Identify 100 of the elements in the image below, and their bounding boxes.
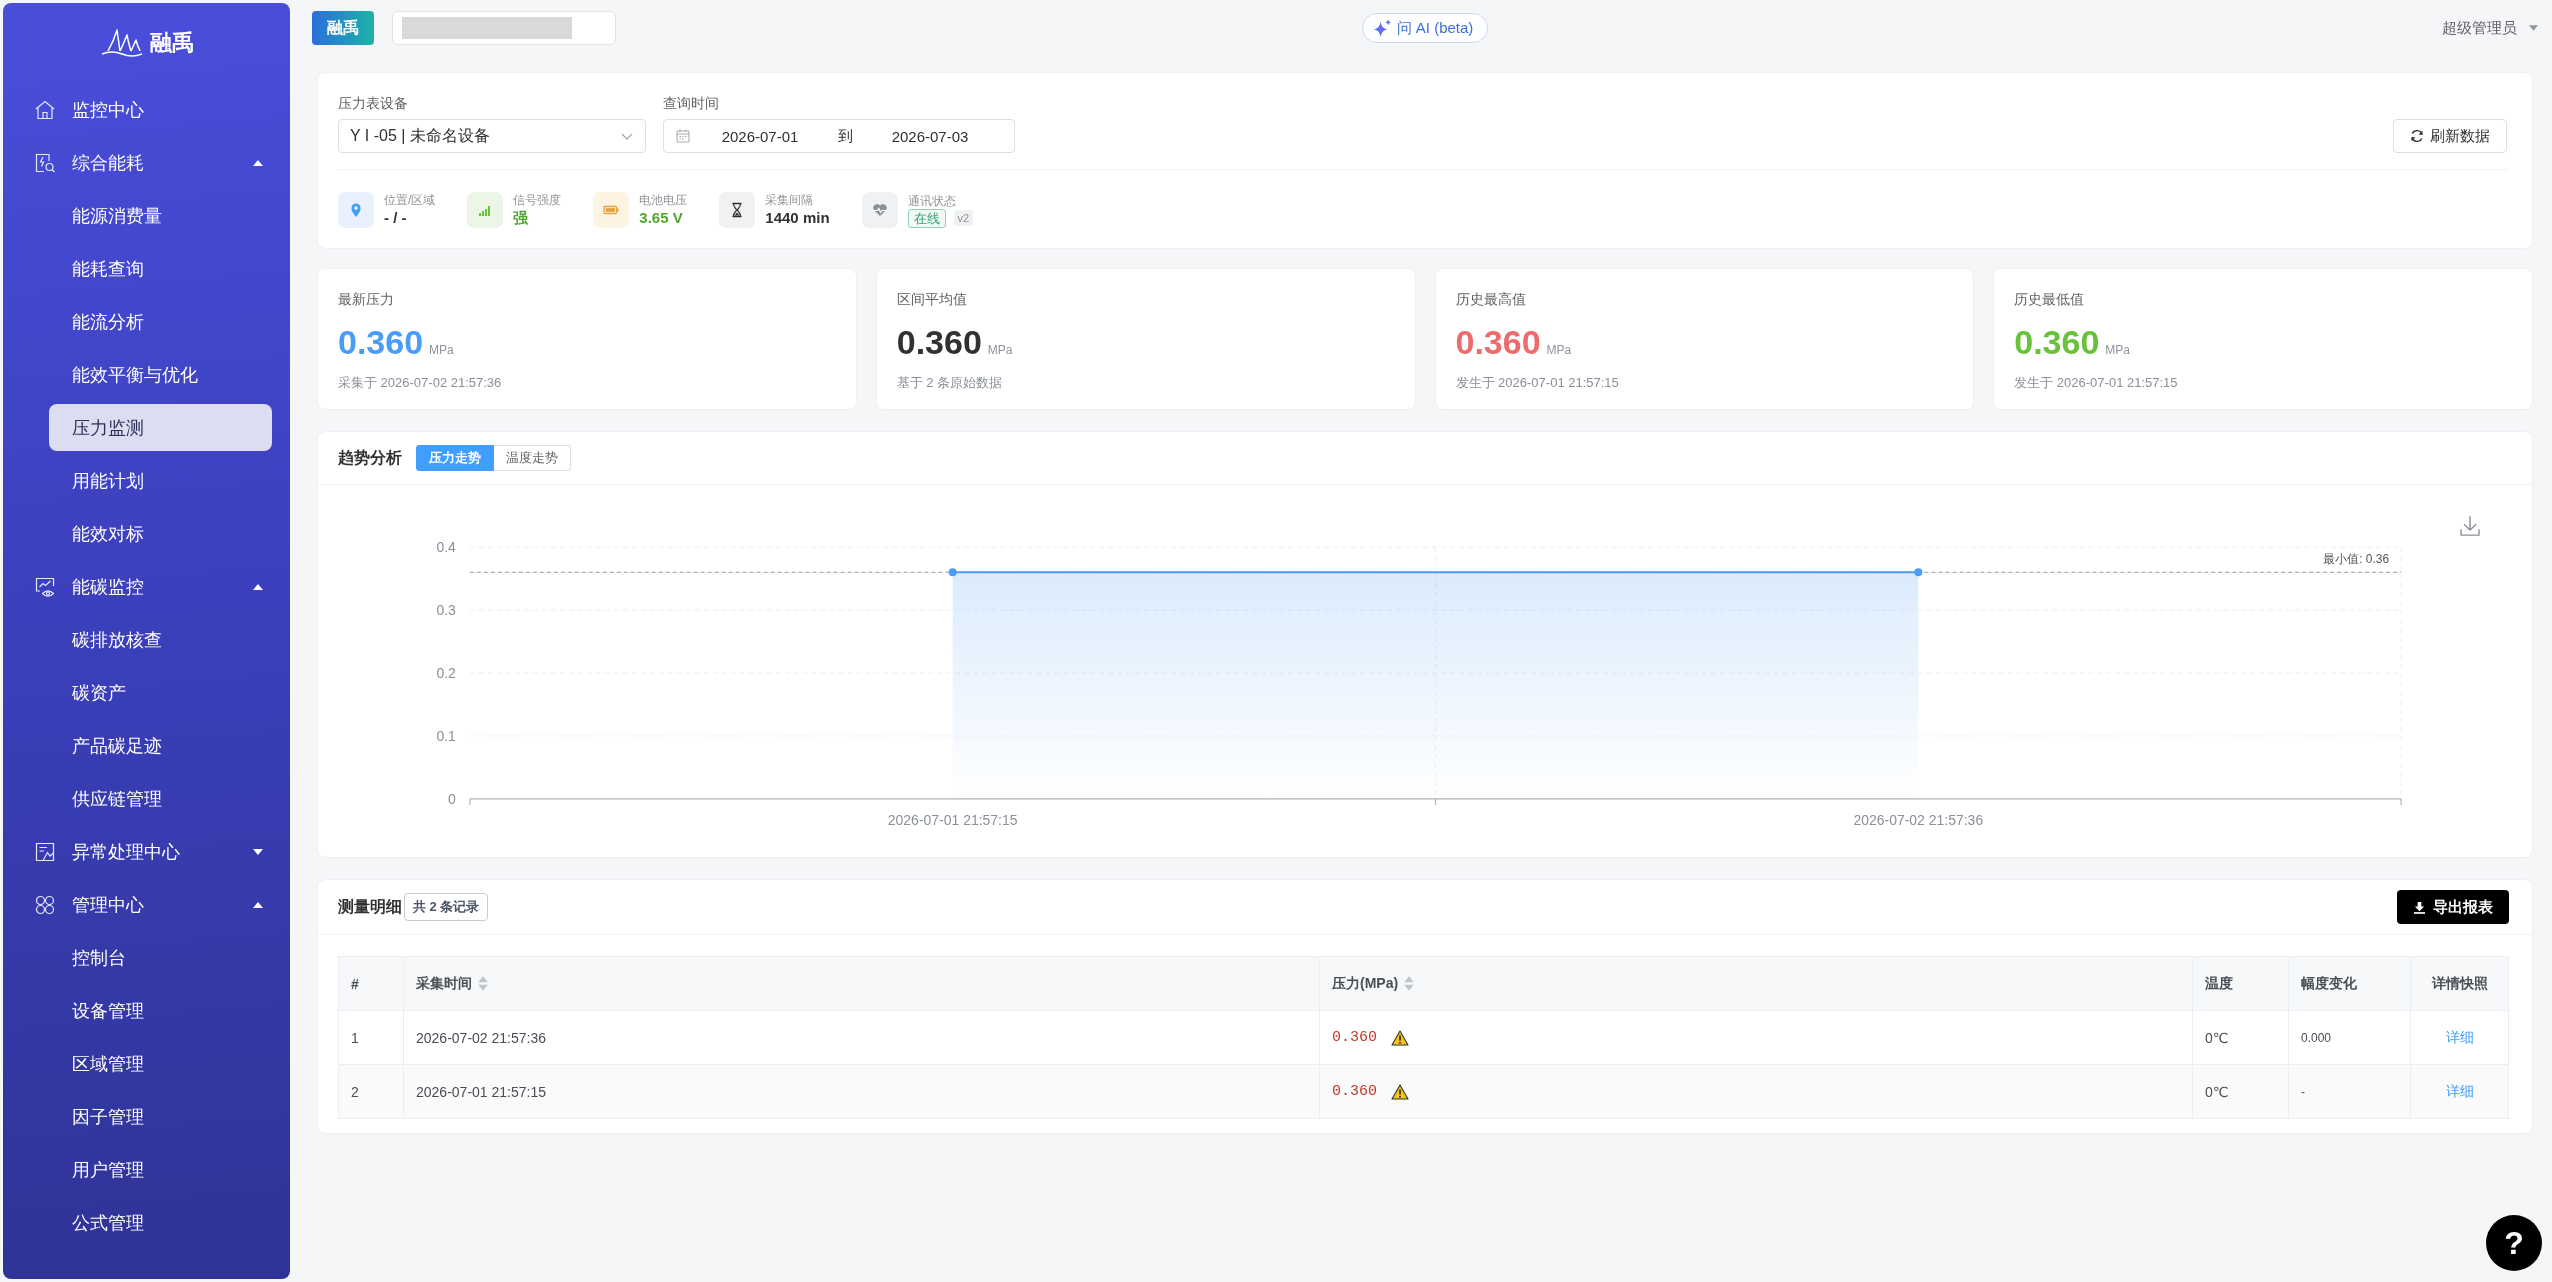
nav-item[interactable]: 能碳监控 [3, 560, 290, 613]
date-range-field[interactable]: 2026-07-01 到 2026-07-03 [663, 119, 1015, 153]
nav-subitem[interactable]: 控制台 [49, 934, 272, 981]
four-circles-icon [34, 893, 56, 916]
stat-label: 最新压力 [338, 290, 394, 309]
info-label: 采集间隔 [765, 192, 815, 208]
help-button[interactable]: ? [2486, 1215, 2542, 1271]
table-cell: 0℃ [2193, 1065, 2289, 1118]
stat-value: 0.360 [1455, 322, 1541, 362]
column-header: 幅度变化 [2301, 974, 2357, 993]
nav-subitem[interactable]: 公式管理 [49, 1199, 272, 1246]
logo-text: 融禹 [149, 29, 194, 57]
data-point [948, 568, 957, 577]
sparkle-icon [1372, 18, 1392, 38]
nav-subitem[interactable]: 能耗查询 [49, 245, 272, 292]
nav-subitem[interactable]: 能源消费量 [49, 192, 272, 239]
nav-subitem[interactable]: 能效平衡与优化 [49, 351, 272, 398]
sort-icon [1403, 975, 1416, 992]
battery-icon [593, 192, 630, 228]
nav-subitem[interactable]: 供应链管理 [49, 775, 272, 822]
brand-button[interactable]: 融禹 [312, 11, 374, 45]
min-value-label: 最小值: 0.36 [2323, 552, 2390, 567]
stat-note: 发生于 2026-07-01 21:57:15 [2014, 374, 2178, 392]
signal-bars-icon [467, 192, 504, 228]
info-value: 强 [513, 208, 530, 228]
nav-subitem[interactable]: 能流分析 [49, 298, 272, 345]
home-icon [34, 98, 56, 121]
info-value: 1440 min [765, 208, 830, 228]
stat-label: 历史最高值 [1455, 290, 1526, 309]
column-header: 详情快照 [2431, 974, 2488, 993]
refresh-button[interactable]: 刷新数据 [2393, 119, 2507, 153]
sort-icon [477, 975, 489, 992]
calendar-icon [676, 129, 690, 143]
x-tick-label: 2026-07-02 21:57:36 [1853, 811, 1984, 828]
y-tick-label: 0.2 [436, 665, 456, 681]
y-tick-label: 0.3 [436, 602, 456, 619]
nav-subitem[interactable]: 碳排放核查 [49, 616, 272, 663]
stat-value: 0.360 [896, 322, 982, 362]
ask-ai-button[interactable]: 问 AI (beta) [1361, 13, 1489, 43]
field-label: 压力表设备 [338, 94, 409, 113]
export-button[interactable]: 导出报表 [2397, 890, 2509, 924]
nav-subitem[interactable]: 因子管理 [49, 1093, 272, 1140]
range-separator: 到 [836, 126, 854, 146]
table-cell: 2026-07-01 21:57:15 [404, 1065, 1320, 1118]
pressure-value: 0.360 [1332, 1029, 1377, 1046]
card-title: 测量明细 [338, 896, 402, 917]
info-label: 信号强度 [513, 192, 562, 208]
nav-subitem[interactable]: 用能计划 [49, 457, 272, 504]
nav-item[interactable]: 综合能耗 [3, 136, 290, 189]
stat-label: 区间平均值 [896, 290, 967, 309]
download-icon[interactable] [2460, 515, 2480, 536]
chevron-down-icon [621, 132, 633, 140]
nav-subitem[interactable]: 用户管理 [49, 1146, 272, 1193]
column-header[interactable]: 压力(MPa) [1332, 974, 1416, 993]
nav-subitem[interactable]: 设备管理 [49, 987, 272, 1034]
hourglass-icon [719, 192, 756, 228]
status-tag: 在线 [907, 208, 946, 228]
field-label: 查询时间 [663, 94, 720, 113]
nav-item[interactable]: 异常处理中心 [3, 825, 290, 878]
column-header: 温度 [2205, 974, 2233, 993]
input-field[interactable] [392, 11, 616, 45]
table-cell: 0.000 [2289, 1011, 2411, 1064]
column-header[interactable]: 采集时间 [416, 974, 489, 993]
data-point [1914, 568, 1923, 577]
info-value: 3.65 V [639, 208, 684, 228]
heart-pulse-icon [861, 192, 898, 228]
stat-value: 0.360 [2014, 322, 2100, 362]
chart-tab[interactable]: 温度走势 [494, 445, 571, 471]
info-label: 电池电压 [639, 192, 688, 208]
document-search-icon [34, 151, 56, 174]
device-select[interactable]: Y I -05 | 未命名设备 [338, 119, 646, 153]
version-badge: v2 [953, 210, 974, 226]
start-date-input[interactable]: 2026-07-01 [700, 127, 820, 145]
end-date-input[interactable]: 2026-07-03 [870, 127, 990, 145]
nav-subitem[interactable]: 能效对标 [49, 510, 272, 557]
table-cell: 2026-07-02 21:57:36 [404, 1011, 1320, 1064]
nav-item[interactable]: 管理中心 [3, 878, 290, 931]
nav-subitem[interactable]: 区域管理 [49, 1040, 272, 1087]
map-pin-icon [338, 192, 374, 228]
user-menu[interactable]: 超级管理员 [2442, 18, 2538, 38]
stat-label: 历史最低值 [2014, 290, 2085, 309]
nav-subitem[interactable]: 压力监测 [49, 404, 272, 451]
stat-unit: MPa [1546, 343, 1572, 357]
record-count: 共 2 条记录 [404, 893, 489, 921]
stat-value: 0.360 [338, 322, 424, 362]
stat-note: 基于 2 条原始数据 [896, 374, 1003, 392]
table-cell: 2 [339, 1065, 404, 1118]
table-cell: 1 [339, 1011, 404, 1064]
nav-subitem[interactable]: 碳资产 [49, 669, 272, 716]
y-tick-label: 0.4 [436, 539, 456, 556]
info-value: - / - [384, 208, 408, 228]
stat-note: 采集于 2026-07-02 21:57:36 [338, 374, 502, 392]
x-tick-label: 2026-07-01 21:57:15 [887, 811, 1018, 828]
peaks-wave-logo-icon [99, 28, 144, 58]
nav-subitem[interactable]: 产品碳足迹 [49, 722, 272, 769]
nav-item[interactable]: 监控中心 [3, 83, 290, 136]
caret-down-icon [2529, 25, 2538, 31]
pressure-value: 0.360 [1332, 1083, 1377, 1100]
table-cell: - [2289, 1065, 2411, 1118]
y-tick-label: 0.1 [436, 727, 456, 744]
